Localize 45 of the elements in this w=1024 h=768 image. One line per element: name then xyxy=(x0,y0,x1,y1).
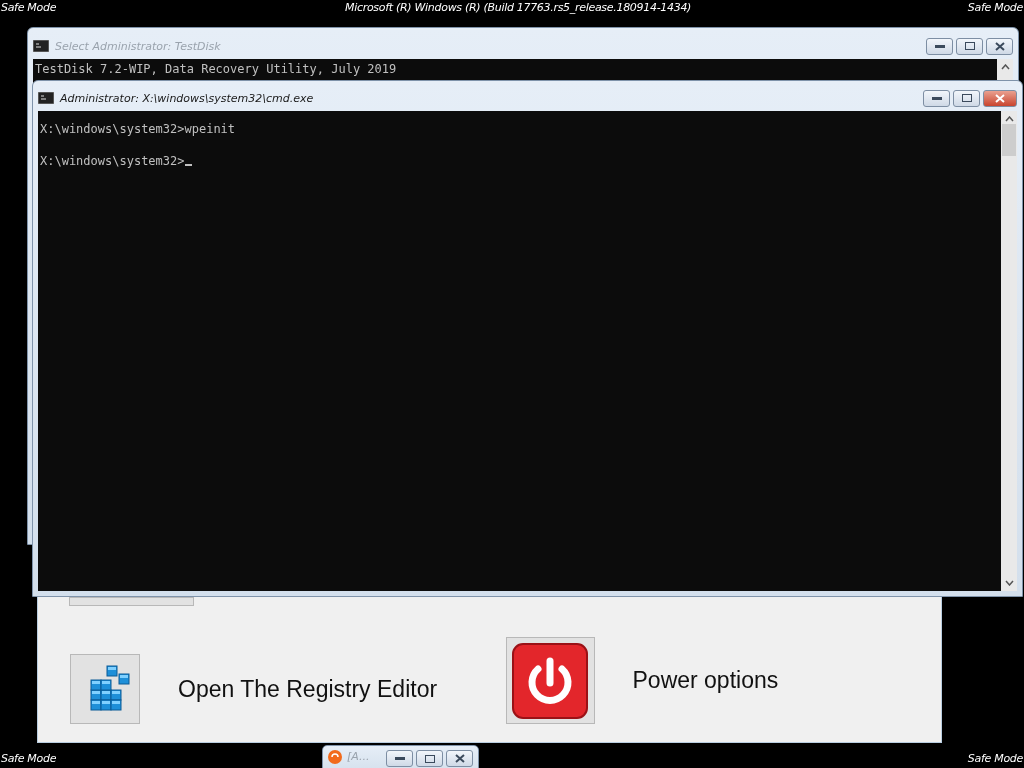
console-icon xyxy=(33,40,49,52)
minimize-icon xyxy=(934,44,945,48)
console-line: X:\windows\system32>wpeinit xyxy=(40,121,236,137)
cursor-icon xyxy=(184,164,192,166)
close-icon xyxy=(994,41,1005,51)
scroll-down-icon[interactable] xyxy=(1004,580,1014,586)
maximize-button[interactable] xyxy=(953,89,980,107)
power-icon xyxy=(512,642,588,719)
maximize-icon xyxy=(424,754,435,763)
close-button[interactable] xyxy=(446,750,473,767)
safe-mode-label: Safe Mode xyxy=(1,1,57,14)
scrollbar-thumb[interactable] xyxy=(1002,124,1016,156)
safe-mode-label: Safe Mode xyxy=(1,752,57,765)
minimize-button[interactable] xyxy=(926,37,953,55)
option-label: Power options xyxy=(632,667,779,694)
option-label: Open The Registry Editor xyxy=(178,675,438,703)
window-title: Administrator: X:\windows\system32\cmd.exe xyxy=(60,91,314,105)
close-button[interactable] xyxy=(983,89,1017,107)
console-line: TestDisk 7.2-WIP, Data Recovery Utility, July 2019 xyxy=(35,61,397,77)
console-icon xyxy=(38,92,54,104)
close-button[interactable] xyxy=(986,37,1013,55)
build-label: Microsoft (R) Windows (R) (Build 17763.rs5_release.180914-1434) xyxy=(345,1,692,14)
maximize-icon xyxy=(961,94,972,102)
console-line: X:\windows\system32> xyxy=(40,153,185,169)
scroll-up-icon[interactable] xyxy=(1000,64,1010,70)
safe-mode-label: Safe Mode xyxy=(967,752,1023,765)
maximize-button[interactable] xyxy=(416,750,443,767)
scrollbar[interactable] xyxy=(1001,111,1017,591)
minimize-icon xyxy=(394,757,405,760)
app-icon xyxy=(328,750,342,764)
minimize-button[interactable] xyxy=(386,750,413,767)
tile-button[interactable] xyxy=(69,597,194,606)
power-button[interactable] xyxy=(505,637,595,724)
window-title: Select Administrator: TestDisk xyxy=(55,39,221,53)
minimize-button[interactable] xyxy=(923,89,950,107)
minimized-window[interactable]: [A... xyxy=(322,745,479,768)
close-icon xyxy=(454,754,465,763)
maximize-icon xyxy=(964,42,975,50)
maximize-button[interactable] xyxy=(956,37,983,55)
minimize-icon xyxy=(931,96,942,100)
registry-button[interactable] xyxy=(70,654,140,724)
scroll-up-icon[interactable] xyxy=(1004,116,1014,122)
window-title: [A... xyxy=(347,750,370,763)
close-icon xyxy=(995,93,1005,103)
safe-mode-label: Safe Mode xyxy=(967,1,1023,14)
